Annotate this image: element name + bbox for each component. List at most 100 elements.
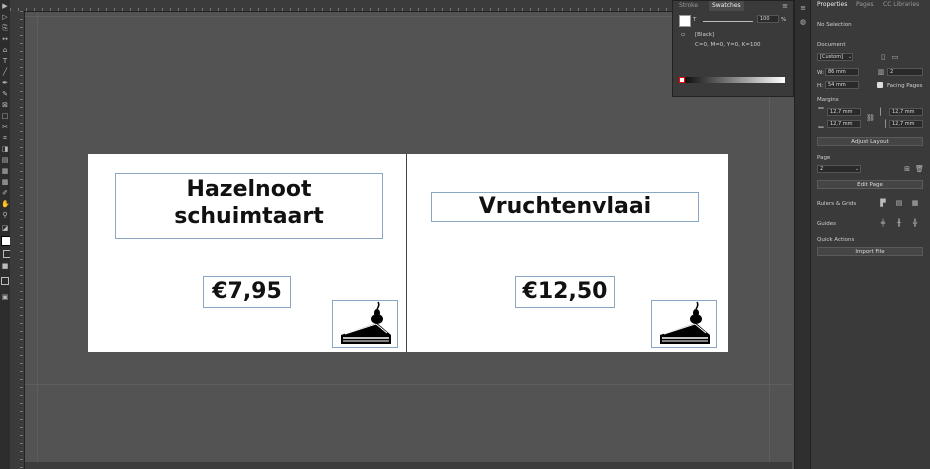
default-fill-stroke-icon[interactable]: ◪ bbox=[1, 224, 9, 232]
scissors-tool-icon[interactable]: ✂ bbox=[1, 123, 9, 131]
cake-image-frame[interactable] bbox=[651, 300, 717, 348]
chevron-down-icon: ⌄ bbox=[854, 166, 860, 172]
quick-actions-title: Quick Actions bbox=[817, 237, 855, 243]
page-left[interactable]: Hazelnoot schuimtaart €7,95 bbox=[88, 154, 406, 352]
status-bar bbox=[25, 462, 792, 469]
tab-stroke[interactable]: Stroke bbox=[679, 1, 698, 11]
document-width-field[interactable]: 86 mm bbox=[825, 68, 859, 76]
title-text-frame[interactable]: Hazelnoot schuimtaart bbox=[115, 173, 383, 239]
fill-stroke-swatch-icon[interactable] bbox=[679, 15, 691, 27]
smart-guides-icon[interactable]: ╫ bbox=[895, 219, 903, 227]
gap-tool-icon[interactable]: ↔ bbox=[1, 35, 9, 43]
tools-panel: ▶ ▷ ⎘ ↔ ⌂ T ╱ ✒ ✎ ⊠ □ ✂ ⌗ ◨ ▤ ▦ ▩ ✐ ✋ ⚲ … bbox=[0, 0, 11, 469]
link-margins-icon[interactable]: ⛓ bbox=[866, 114, 875, 122]
color-ramp[interactable] bbox=[679, 77, 785, 83]
price-text-frame[interactable]: €12,50 bbox=[515, 276, 615, 308]
facing-pages-label: Facing Pages bbox=[887, 83, 923, 89]
page-right[interactable]: Vruchtenvlaai €12,50 bbox=[407, 154, 728, 352]
document-height-field[interactable]: 54 mm bbox=[825, 81, 859, 89]
tint-input[interactable]: 100 bbox=[757, 15, 779, 23]
title-line: Hazelnoot bbox=[186, 177, 312, 202]
tint-slider[interactable] bbox=[703, 21, 753, 22]
adjust-layout-button[interactable]: Adjust Layout bbox=[817, 137, 923, 146]
portrait-orientation-icon[interactable]: ▯ bbox=[879, 53, 887, 61]
title-line: schuimtaart bbox=[174, 204, 324, 229]
pages-icon: ▥ bbox=[877, 68, 885, 76]
horizontal-ruler bbox=[10, 0, 672, 12]
formatting-box-icon[interactable]: ▫ bbox=[679, 31, 687, 39]
guide-line bbox=[37, 12, 38, 469]
gradient-tool-icon[interactable]: ◨ bbox=[1, 145, 9, 153]
height-label: H: bbox=[817, 83, 823, 89]
document-section-title: Document bbox=[817, 42, 846, 48]
facing-pages-checkbox[interactable] bbox=[877, 82, 883, 88]
spine-divider bbox=[406, 154, 407, 352]
normal-view-icon[interactable] bbox=[1, 277, 9, 285]
import-file-button[interactable]: Import File bbox=[817, 247, 923, 256]
eyedropper-tool-icon[interactable]: ✐ bbox=[1, 189, 9, 197]
ruler-icon[interactable]: ▛ bbox=[879, 199, 887, 207]
screen-mode-icon[interactable]: ▣ bbox=[1, 293, 9, 301]
swatch-values: C=0, M=0, Y=0, K=100 bbox=[695, 42, 761, 48]
width-label: W: bbox=[817, 70, 824, 76]
lock-guides-icon[interactable]: ╬ bbox=[911, 219, 919, 227]
zoom-tool-icon[interactable]: ⚲ bbox=[1, 211, 9, 219]
tab-cc-libraries[interactable]: CC Libraries bbox=[883, 0, 919, 10]
margin-left-icon: ▏ bbox=[880, 108, 886, 116]
show-guides-icon[interactable]: ╪ bbox=[879, 219, 887, 227]
edit-page-button[interactable]: Edit Page bbox=[817, 180, 923, 189]
selection-status: No Selection bbox=[817, 22, 852, 28]
delete-page-icon[interactable]: 🗑 bbox=[915, 165, 924, 173]
swatches-panel-icon[interactable]: ◍ bbox=[799, 18, 807, 26]
margins-section-title: Margins bbox=[817, 97, 839, 103]
selection-tool-icon[interactable]: ▶ bbox=[1, 2, 9, 10]
pencil-tool-icon[interactable]: ✎ bbox=[1, 90, 9, 98]
note-tool-icon[interactable]: ▦ bbox=[1, 167, 9, 175]
properties-panel: Properties Pages CC Libraries No Selecti… bbox=[810, 0, 930, 469]
content-collector-icon[interactable]: ⌂ bbox=[1, 46, 9, 54]
margin-left-field[interactable]: 12,7 mm bbox=[889, 108, 923, 116]
color-theme-tool-icon[interactable]: ▩ bbox=[1, 178, 9, 186]
rectangle-frame-tool-icon[interactable]: ⊠ bbox=[1, 101, 9, 109]
margin-top-icon: ▔ bbox=[818, 108, 824, 116]
panel-dock-strip: ≡ ◍ bbox=[794, 0, 811, 469]
add-page-icon[interactable]: ⊞ bbox=[903, 165, 911, 173]
margin-top-field[interactable]: 12,7 mm bbox=[827, 108, 861, 116]
type-tool-icon[interactable]: T bbox=[1, 57, 9, 65]
free-transform-tool-icon[interactable]: ⌗ bbox=[1, 134, 9, 142]
tab-properties[interactable]: Properties bbox=[817, 0, 847, 10]
guide-line bbox=[25, 384, 792, 385]
line-tool-icon[interactable]: ╱ bbox=[1, 68, 9, 76]
margin-bottom-field[interactable]: 12,7 mm bbox=[827, 120, 861, 128]
swatch-name[interactable]: [Black] bbox=[695, 32, 714, 38]
direct-selection-tool-icon[interactable]: ▷ bbox=[1, 13, 9, 21]
vertical-ruler bbox=[10, 11, 25, 469]
tab-pages[interactable]: Pages bbox=[856, 0, 874, 10]
document-grid-icon[interactable]: ▦ bbox=[911, 199, 919, 207]
margin-right-field[interactable]: 12,7 mm bbox=[889, 120, 923, 128]
price-text-frame[interactable]: €7,95 bbox=[203, 276, 291, 308]
panel-menu-icon[interactable]: ≡ bbox=[781, 2, 789, 10]
title-text-frame[interactable]: Vruchtenvlaai bbox=[431, 192, 699, 222]
pen-tool-icon[interactable]: ✒ bbox=[1, 79, 9, 87]
page-section-title: Page bbox=[817, 155, 831, 161]
rulers-grids-title: Rulers & Grids bbox=[817, 201, 857, 207]
baseline-grid-icon[interactable]: ▤ bbox=[895, 199, 903, 207]
hand-tool-icon[interactable]: ✋ bbox=[1, 200, 10, 208]
tab-swatches[interactable]: Swatches bbox=[709, 1, 744, 11]
apply-color-icon[interactable]: ■ bbox=[1, 262, 9, 270]
swatches-panel: Stroke Swatches ≡ T 100 % ▫ [Black] C=0,… bbox=[672, 0, 794, 97]
tint-unit: % bbox=[781, 17, 787, 23]
tint-label: T bbox=[693, 17, 697, 23]
cake-slice-icon bbox=[341, 301, 391, 344]
none-swatch-icon[interactable] bbox=[679, 77, 685, 83]
gradient-feather-tool-icon[interactable]: ▤ bbox=[1, 156, 9, 164]
landscape-orientation-icon[interactable]: ▭ bbox=[891, 53, 899, 61]
rectangle-tool-icon[interactable]: □ bbox=[1, 112, 9, 120]
page-tool-icon[interactable]: ⎘ bbox=[1, 24, 9, 32]
panel-menu-icon[interactable]: ≡ bbox=[799, 4, 807, 12]
cake-slice-icon bbox=[660, 301, 710, 344]
pages-count-field[interactable]: 2 bbox=[887, 68, 923, 76]
margin-bottom-icon: ▁ bbox=[818, 120, 824, 128]
cake-image-frame[interactable] bbox=[332, 300, 398, 348]
